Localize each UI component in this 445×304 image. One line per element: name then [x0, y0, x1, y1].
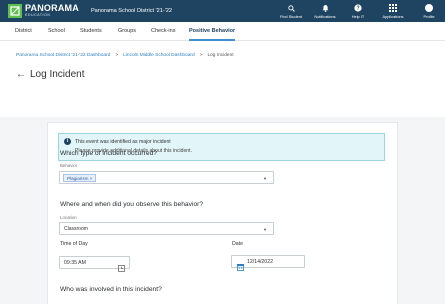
search-icon — [287, 4, 295, 13]
time-of-day-input[interactable]: 09:35 AM — [59, 256, 130, 272]
incident-form-card: i This event was identified as major inc… — [47, 122, 398, 304]
logo-mark-icon — [8, 4, 22, 18]
breadcrumb-separator: > — [199, 53, 203, 58]
behavior-label: Behavior — [60, 163, 78, 168]
applications-button[interactable]: Applications — [375, 0, 411, 22]
nav-item-district[interactable]: District — [15, 22, 32, 41]
find-student-label: Find Student — [279, 13, 303, 19]
breadcrumb-district[interactable]: Panorama School District '21-'22 Dashboa… — [16, 53, 110, 58]
avatar-icon — [425, 4, 433, 13]
time-of-day-label: Time of Day — [60, 241, 88, 247]
profile-button[interactable]: Profile — [415, 0, 443, 22]
date-value: 12/14/2022 — [247, 259, 273, 265]
chevron-down-icon: ▼ — [263, 227, 267, 232]
page-title: Log Incident — [30, 69, 85, 80]
nav-item-positive-behavior[interactable]: Positive Behavior — [189, 22, 236, 41]
nav-item-groups[interactable]: Groups — [118, 22, 136, 41]
breadcrumb-current: Log Incident — [207, 53, 234, 58]
breadcrumb-school[interactable]: Lincoln Middle School Dashboard — [123, 53, 194, 58]
grid-icon — [389, 4, 397, 13]
panorama-logo[interactable]: PANORAMA EDUCATION — [8, 4, 79, 18]
top-bar: PANORAMA EDUCATION Panorama School Distr… — [0, 0, 445, 22]
nav-item-school[interactable]: School — [48, 22, 65, 41]
breadcrumb-separator: > — [115, 53, 119, 58]
calendar-icon — [237, 258, 244, 276]
find-student-button[interactable]: Find Student — [275, 0, 307, 22]
date-label: Date — [232, 241, 243, 247]
page-header: Panorama School District '21-'22 Dashboa… — [0, 41, 445, 117]
location-label: Location — [60, 215, 77, 220]
help-button[interactable]: ? Help IT — [344, 0, 372, 22]
nav-item-students[interactable]: Students — [80, 22, 102, 41]
alert-title: This event was identified as major incid… — [75, 139, 171, 145]
question-where-when: Where and when did you observe this beha… — [60, 201, 204, 208]
question-who-involved: Who was involved in this incident? — [60, 286, 162, 293]
chevron-down-icon: ▼ — [263, 176, 267, 181]
profile-label: Profile — [423, 13, 435, 19]
nav-item-check-ins[interactable]: Check-ins — [151, 22, 175, 41]
logo-subtitle: EDUCATION — [25, 13, 51, 18]
svg-text:?: ? — [356, 6, 359, 12]
arrow-left-icon[interactable]: ← — [16, 69, 26, 80]
top-actions: Find Student Notifications ? Help IT App… — [275, 0, 445, 22]
main-nav: District School Students Groups Check-in… — [0, 22, 445, 41]
question-incident-type: Which type of incident occurred? — [60, 150, 158, 157]
notifications-button[interactable]: Notifications — [308, 0, 342, 22]
help-label: Help IT — [351, 13, 365, 19]
time-value: 09:35 AM — [64, 260, 86, 266]
clock-icon — [118, 259, 125, 277]
help-icon: ? — [354, 4, 362, 13]
date-input[interactable]: 12/14/2022 — [231, 255, 305, 271]
location-select[interactable]: Classroom ▼ — [59, 222, 274, 235]
bell-icon — [322, 4, 329, 13]
applications-label: Applications — [382, 13, 404, 19]
notifications-label: Notifications — [314, 13, 336, 19]
behavior-select[interactable]: Plagiarism × ▼ — [59, 171, 274, 184]
logo-name: PANORAMA — [25, 3, 79, 14]
info-icon: i — [64, 138, 71, 145]
location-value: Classroom — [64, 226, 88, 232]
breadcrumb: Panorama School District '21-'22 Dashboa… — [16, 53, 234, 58]
behavior-chip[interactable]: Plagiarism × — [63, 174, 97, 182]
district-name[interactable]: Panorama School District '21-'22 — [91, 8, 172, 14]
